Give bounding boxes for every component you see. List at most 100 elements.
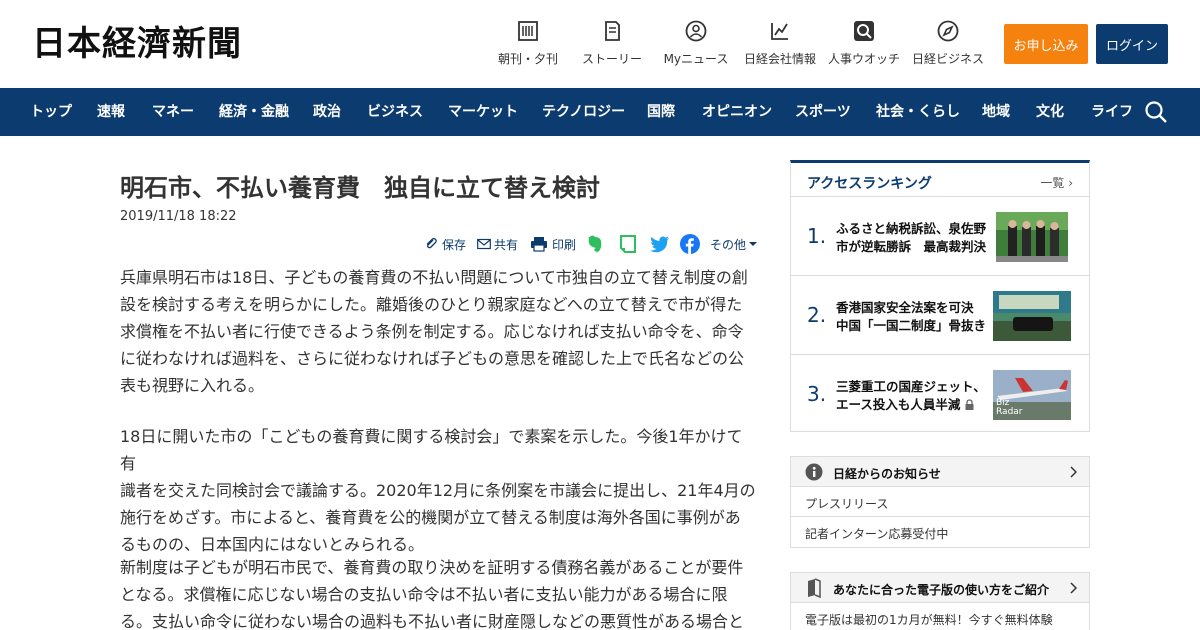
bizradar-line: Radar <box>996 407 1023 417</box>
more-menu[interactable]: その他 <box>710 234 758 254</box>
save-button[interactable]: 保存 <box>424 234 466 254</box>
newspaper-icon <box>518 21 538 41</box>
article-title: 明石市、不払い養育費 独自に立て替え検討 <box>120 174 600 202</box>
apply-button[interactable]: お申し込み <box>1004 24 1088 64</box>
paragraph-line: となる。求償権に応じない場合の支払い命令は不払い者に支払い能力がある場合に限 <box>120 585 728 604</box>
ranking-item[interactable]: 1. ふるさと納税訴訟、泉佐野 市が逆転勝訴 最高裁判決 <box>791 198 1089 276</box>
header-nav-mynews[interactable]: Myニュース <box>651 20 741 67</box>
printer-icon <box>531 237 547 252</box>
nav-item-politics[interactable]: 政治 <box>313 88 341 136</box>
memo-icon <box>620 235 636 253</box>
share-label: 共有 <box>494 237 519 252</box>
nav-item-top[interactable]: トップ <box>30 88 72 136</box>
paragraph-line: 識者を交えた同検討会で議論する。2020年12月に条例案を市議会に提出し、21年… <box>120 481 756 500</box>
nav-item-economy[interactable]: 経済・金融 <box>219 88 289 136</box>
ranking-thumbnail: Biz Radar <box>993 370 1071 420</box>
memo-button[interactable] <box>619 234 637 254</box>
guide-item-trial[interactable]: 電子版は最初の1カ月が無料！今すぐ無料体験 <box>791 603 1089 630</box>
rank-headline: ふるさと納税訴訟、泉佐野 市が逆転勝訴 最高裁判決 <box>836 220 988 256</box>
article-paragraph-2: 18日に開いた市の「こどもの養育費に関する検討会」で素案を示した。今後1年かけて… <box>120 423 756 558</box>
notice-item-intern[interactable]: 記者インターン応募受付中 <box>791 517 1089 547</box>
notice-item-press[interactable]: プレスリリース <box>791 487 1089 517</box>
header-nav-label: 朝刊・夕刊 <box>497 52 558 66</box>
nav-item-life[interactable]: ライフ <box>1091 88 1133 136</box>
paragraph-line: る。支払い命令に従わない場合の過料も不払い者に財産隠しなどの悪質性がある場合と <box>120 612 745 630</box>
ranking-item[interactable]: 3. 三菱重工の国産ジェット、 エース投入も人員半減 Biz Radar <box>791 356 1089 434</box>
header-nav-label: 日経会社情報 <box>743 52 816 66</box>
evernote-icon <box>588 235 602 252</box>
nav-item-international[interactable]: 国際 <box>647 88 675 136</box>
notices-header[interactable]: 日経からのお知らせ <box>791 457 1089 487</box>
nav-item-region[interactable]: 地域 <box>982 88 1010 136</box>
paragraph-line: 設を検討する考えを明らかにした。離婚後のひとり親家庭などへの立て替えで市が得た <box>120 295 743 314</box>
rank-number: 2. <box>807 303 827 327</box>
header-nav-story[interactable]: ストーリー <box>567 20 657 67</box>
share-button[interactable]: 共有 <box>477 234 518 254</box>
rank-number: 1. <box>807 224 827 248</box>
paragraph-line: 新制度は子どもが明石市民で、養育費の取り決めを証明する債務名義があることが要件 <box>120 558 744 577</box>
ranking-all-label: 一覧 <box>1040 176 1065 190</box>
rank-headline: 三菱重工の国産ジェット、 エース投入も人員半減 <box>836 378 988 414</box>
print-label: 印刷 <box>552 237 577 252</box>
twitter-icon <box>650 236 669 252</box>
search-icon[interactable] <box>1144 100 1168 124</box>
book-icon <box>808 578 821 598</box>
header-nav-label: ストーリー <box>581 52 642 66</box>
paragraph-line: 18日に開いた市の「こどもの養育費に関する検討会」で素案を示した。今後1年かけて… <box>120 427 743 473</box>
user-icon <box>685 20 707 42</box>
nav-item-culture[interactable]: 文化 <box>1036 88 1064 136</box>
ranking-header: アクセスランキング 一覧 › <box>791 163 1089 197</box>
nav-item-breaking[interactable]: 速報 <box>97 88 125 136</box>
rank-headline-line: 市が逆転勝訴 最高裁判決 <box>836 239 987 254</box>
notice-label: プレスリリース <box>805 497 889 511</box>
header-nav-company[interactable]: 日経会社情報 <box>735 20 825 67</box>
ranking-title: アクセスランキング <box>807 176 932 192</box>
paragraph-line: 表も視野に入れる。 <box>120 376 265 395</box>
header-nav-business[interactable]: 日経ビジネス <box>903 20 993 67</box>
ranking-thumbnail <box>996 212 1068 262</box>
rank-headline-text: エース投入も人員半減 <box>836 397 961 412</box>
nav-item-society[interactable]: 社会・くらし <box>876 88 960 136</box>
print-button[interactable]: 印刷 <box>530 234 576 254</box>
paragraph-line: 兵庫県明石市は18日、子どもの養育費の不払い問題について市独自の立て替え制度の創 <box>120 268 748 287</box>
rank-headline-line: ふるさと納税訴訟、泉佐野 <box>836 221 987 236</box>
ranking-item[interactable]: 2. 香港国家安全法案を可決 中国「一国二制度」骨抜き <box>791 277 1089 355</box>
nav-item-technology[interactable]: テクノロジー <box>542 88 625 136</box>
lock-icon <box>965 399 974 410</box>
evernote-button[interactable] <box>586 234 604 254</box>
header-nav-label: 日経ビジネス <box>911 52 984 66</box>
article-date: 2019/11/18 18:22 <box>120 209 237 224</box>
rank-headline-line: エース投入も人員半減 <box>836 396 988 414</box>
twitter-button[interactable] <box>650 234 670 254</box>
nav-item-business[interactable]: ビジネス <box>367 88 423 136</box>
facebook-button[interactable] <box>680 234 700 254</box>
info-icon <box>805 463 823 481</box>
site-header: 日本経濟新聞 朝刊・夕刊 ストーリー Myニュース 日経会社情報 人事ウオッチ … <box>0 0 1200 88</box>
nav-item-sports[interactable]: スポーツ <box>795 88 851 136</box>
main-navbar: トップ 速報 マネー 経済・金融 政治 ビジネス マーケット テクノロジー 国際… <box>0 88 1200 136</box>
chevron-right-icon <box>1070 582 1077 594</box>
notice-label: 記者インターン応募受付中 <box>805 527 949 541</box>
ranking-all-link[interactable]: 一覧 › <box>1040 174 1073 191</box>
nav-item-opinion[interactable]: オピニオン <box>702 88 772 136</box>
more-label: その他 <box>710 237 747 252</box>
nav-item-money[interactable]: マネー <box>152 88 194 136</box>
login-button[interactable]: ログイン <box>1096 24 1168 64</box>
header-nav-personnel[interactable]: 人事ウオッチ <box>819 20 909 67</box>
header-nav-label: 人事ウオッチ <box>827 52 900 66</box>
guide-header[interactable]: あなたに合った電子版の使い方をご紹介 <box>791 573 1089 603</box>
chart-icon <box>771 23 788 40</box>
facebook-icon <box>680 234 700 254</box>
chevron-right-icon <box>1070 466 1077 478</box>
header-nav-label: Myニュース <box>663 52 729 66</box>
save-label: 保存 <box>442 237 467 252</box>
header-nav-paper[interactable]: 朝刊・夕刊 <box>483 20 573 67</box>
rank-headline-line: 中国「一国二制度」骨抜き <box>836 318 987 333</box>
guide-title: あなたに合った電子版の使い方をご紹介 <box>833 583 1050 597</box>
caret-down-icon <box>749 242 758 246</box>
rank-number: 3. <box>807 382 827 406</box>
nav-item-market[interactable]: マーケット <box>448 88 518 136</box>
search-person-icon <box>854 21 874 41</box>
access-ranking: アクセスランキング 一覧 › 1. ふるさと納税訴訟、泉佐野 市が逆転勝訴 最高… <box>790 160 1090 432</box>
site-logo[interactable]: 日本経濟新聞 <box>32 24 242 64</box>
